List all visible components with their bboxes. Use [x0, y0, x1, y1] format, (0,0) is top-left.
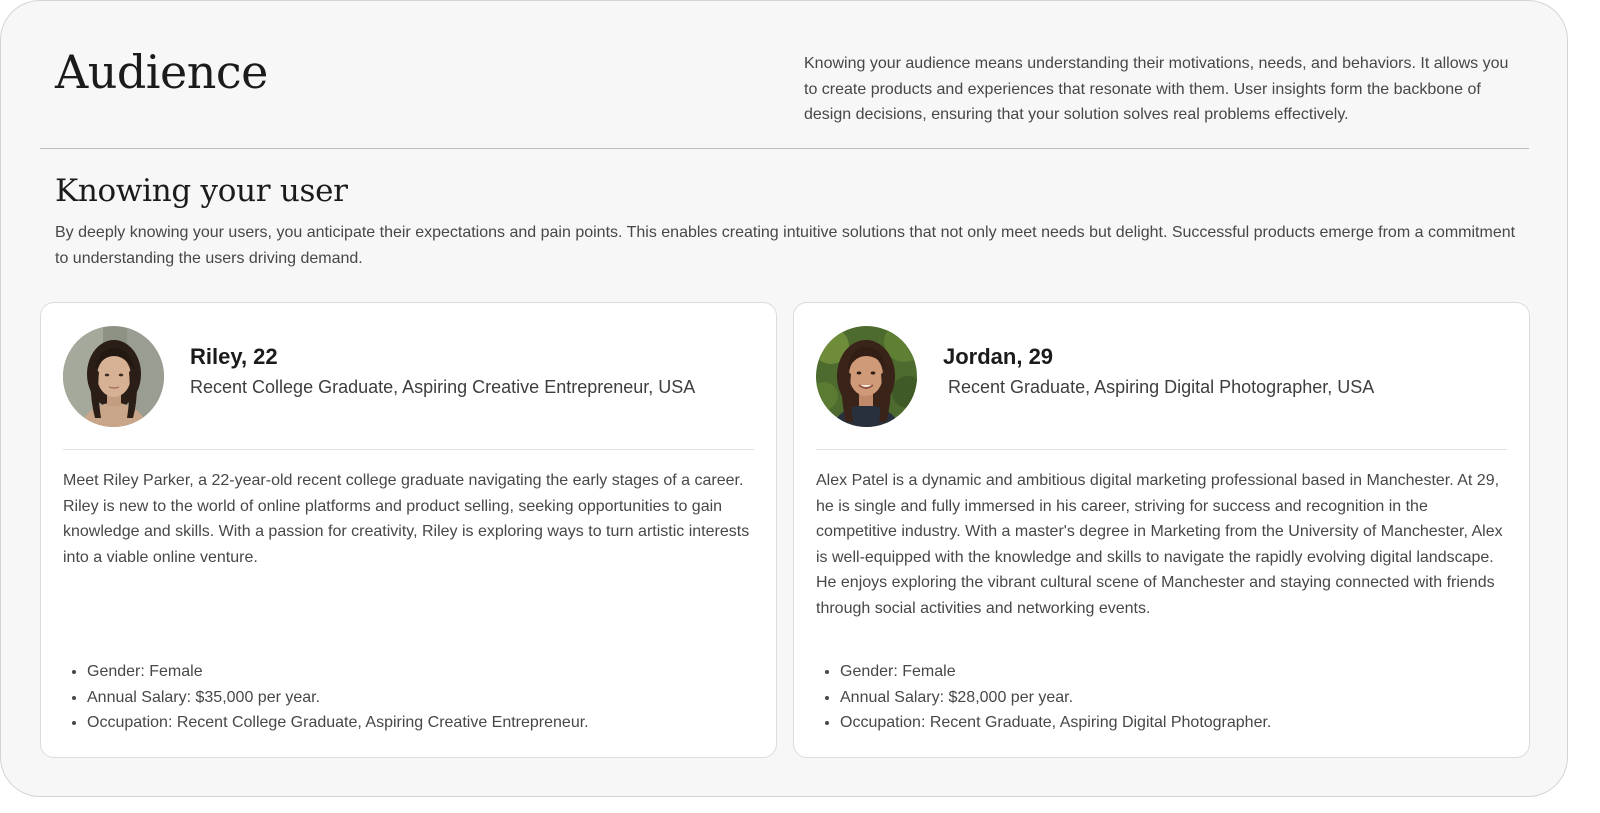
fact-gender: Gender: Female	[87, 659, 747, 685]
persona-facts: Gender: Female Annual Salary: $35,000 pe…	[87, 659, 747, 736]
avatar	[816, 326, 917, 427]
persona-facts: Gender: Female Annual Salary: $28,000 pe…	[840, 659, 1500, 736]
fact-occupation: Occupation: Recent Graduate, Aspiring Di…	[840, 710, 1500, 736]
card-divider	[63, 449, 754, 450]
page-header: Audience Knowing your audience means und…	[55, 45, 1515, 135]
persona-card-riley: Riley, 22 Recent College Graduate, Aspir…	[40, 302, 777, 758]
persona-bio: Meet Riley Parker, a 22-year-old recent …	[63, 472, 750, 566]
avatar-photo	[816, 326, 917, 427]
persona-name: Riley, 22	[190, 344, 278, 369]
section-divider	[40, 148, 1529, 149]
persona-role: Recent Graduate, Aspiring Digital Photog…	[948, 377, 1375, 397]
section-description: By deeply knowing your users, you antici…	[55, 224, 1516, 267]
avatar	[63, 326, 164, 427]
persona-bio: Alex Patel is a dynamic and ambitious di…	[816, 472, 1503, 617]
persona-role: Recent College Graduate, Aspiring Creati…	[190, 377, 696, 397]
section-title: Knowing your user	[55, 173, 348, 209]
persona-card-jordan: Jordan, 29 Recent Graduate, Aspiring Dig…	[793, 302, 1530, 758]
page-intro: Knowing your audience means understandin…	[804, 55, 1509, 123]
page-frame: Audience Knowing your audience means und…	[0, 0, 1568, 797]
fact-salary: Annual Salary: $35,000 per year.	[87, 685, 747, 711]
page-title: Audience	[55, 45, 268, 99]
card-divider	[816, 449, 1507, 450]
fact-salary: Annual Salary: $28,000 per year.	[840, 685, 1500, 711]
fact-occupation: Occupation: Recent College Graduate, Asp…	[87, 710, 747, 736]
fact-gender: Gender: Female	[840, 659, 1500, 685]
persona-name: Jordan, 29	[943, 344, 1054, 369]
avatar-photo	[63, 326, 164, 427]
